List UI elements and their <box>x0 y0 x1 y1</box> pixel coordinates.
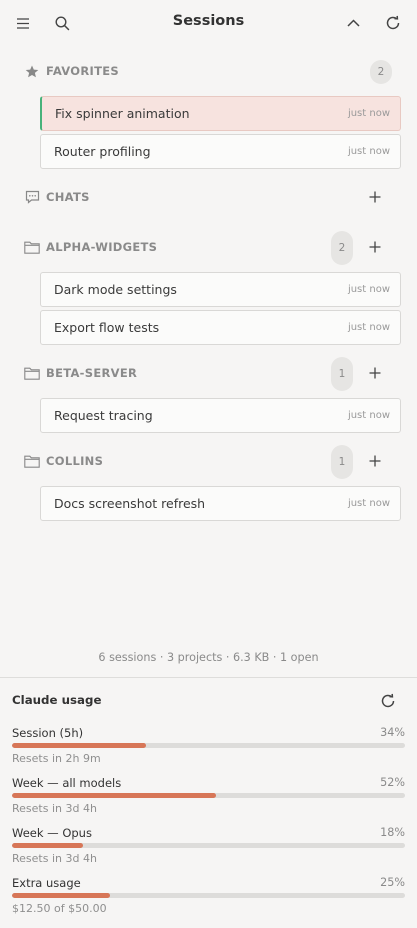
star-icon <box>24 64 40 78</box>
session-name: Router profiling <box>54 144 151 159</box>
metric-label: Week — all models <box>12 776 122 790</box>
metric-reset-text: Resets in 3d 4h <box>12 802 97 815</box>
session-name: Dark mode settings <box>54 282 177 297</box>
add-session-button[interactable] <box>366 188 384 206</box>
session-timestamp: just now <box>347 146 390 157</box>
metric-percent: 52% <box>380 776 405 789</box>
usage-metric: Extra usage 25% $12.50 of $50.00 <box>12 876 405 922</box>
progress-track <box>12 793 405 798</box>
group-header-chats[interactable]: CHATS <box>0 172 417 222</box>
session-item[interactable]: Fix spinner animation just now <box>40 96 401 131</box>
session-timestamp: just now <box>347 284 390 295</box>
metric-reset-text: $12.50 of $50.00 <box>12 902 107 915</box>
count-badge: 1 <box>331 357 353 391</box>
usage-metric: Session (5h) 34% Resets in 2h 9m <box>12 726 405 772</box>
metric-reset-text: Resets in 2h 9m <box>12 752 101 765</box>
session-item[interactable]: Request tracing just now <box>40 398 401 433</box>
chat-bubble-icon <box>24 190 40 204</box>
session-timestamp: just now <box>347 322 390 333</box>
metric-label: Week — Opus <box>12 826 92 840</box>
progress-fill <box>12 843 83 848</box>
usage-metric: Week — all models 52% Resets in 3d 4h <box>12 776 405 822</box>
metric-reset-text: Resets in 3d 4h <box>12 852 97 865</box>
session-item[interactable]: Router profiling just now <box>40 134 401 169</box>
group-header-beta-server[interactable]: BETA-SERVER 1 <box>0 348 417 398</box>
session-name: Export flow tests <box>54 320 160 335</box>
group-title: BETA-SERVER <box>46 366 138 380</box>
metric-percent: 25% <box>380 876 405 889</box>
add-session-button[interactable] <box>366 452 384 470</box>
progress-track <box>12 743 405 748</box>
session-stats: 6 sessions · 3 projects · 6.3 KB · 1 ope… <box>98 651 319 664</box>
folder-icon <box>24 240 40 254</box>
usage-metric: Week — Opus 18% Resets in 3d 4h <box>12 826 405 872</box>
group-title: CHATS <box>46 190 90 204</box>
group-header-collins[interactable]: COLLINS 1 <box>0 436 417 486</box>
group-title: ALPHA-WIDGETS <box>46 240 158 254</box>
session-name: Fix spinner animation <box>55 106 190 121</box>
add-session-button[interactable] <box>366 238 384 256</box>
session-name: Request tracing <box>54 408 153 423</box>
session-timestamp: just now <box>347 498 390 509</box>
progress-fill <box>12 793 217 798</box>
session-timestamp: just now <box>347 108 390 119</box>
metric-percent: 34% <box>380 726 405 739</box>
group-header-alpha-widgets[interactable]: ALPHA-WIDGETS 2 <box>0 222 417 272</box>
progress-track <box>12 843 405 848</box>
session-groups: FAVORITES 2 Fix spinner animation just now R… <box>0 46 417 524</box>
header-bar: Sessions <box>0 0 417 46</box>
session-item[interactable]: Dark mode settings just now <box>40 272 401 307</box>
usage-panel: Claude usage Session (5h) 34% Resets in 2h… <box>0 677 417 928</box>
metric-percent: 18% <box>380 826 405 839</box>
progress-track <box>12 893 405 898</box>
progress-fill <box>12 893 111 898</box>
group-header-favorites[interactable]: FAVORITES 2 <box>0 46 417 96</box>
session-name: Docs screenshot refresh <box>54 496 206 511</box>
count-badge: 1 <box>331 445 353 479</box>
refresh-icon[interactable] <box>379 9 407 37</box>
count-badge: 2 <box>331 231 353 265</box>
metric-label: Session (5h) <box>12 726 84 740</box>
group-title: COLLINS <box>46 454 104 468</box>
session-timestamp: just now <box>347 410 390 421</box>
folder-icon <box>24 366 40 380</box>
session-item[interactable]: Export flow tests just now <box>40 310 401 345</box>
metric-label: Extra usage <box>12 876 81 890</box>
group-title: FAVORITES <box>46 64 119 78</box>
folder-icon <box>24 454 40 468</box>
usage-title: Claude usage <box>12 693 102 707</box>
count-badge: 2 <box>370 60 392 84</box>
refresh-icon[interactable] <box>379 692 397 710</box>
add-session-button[interactable] <box>366 364 384 382</box>
progress-fill <box>12 743 146 748</box>
chevron-up-icon[interactable] <box>339 9 367 37</box>
session-item[interactable]: Docs screenshot refresh just now <box>40 486 401 521</box>
